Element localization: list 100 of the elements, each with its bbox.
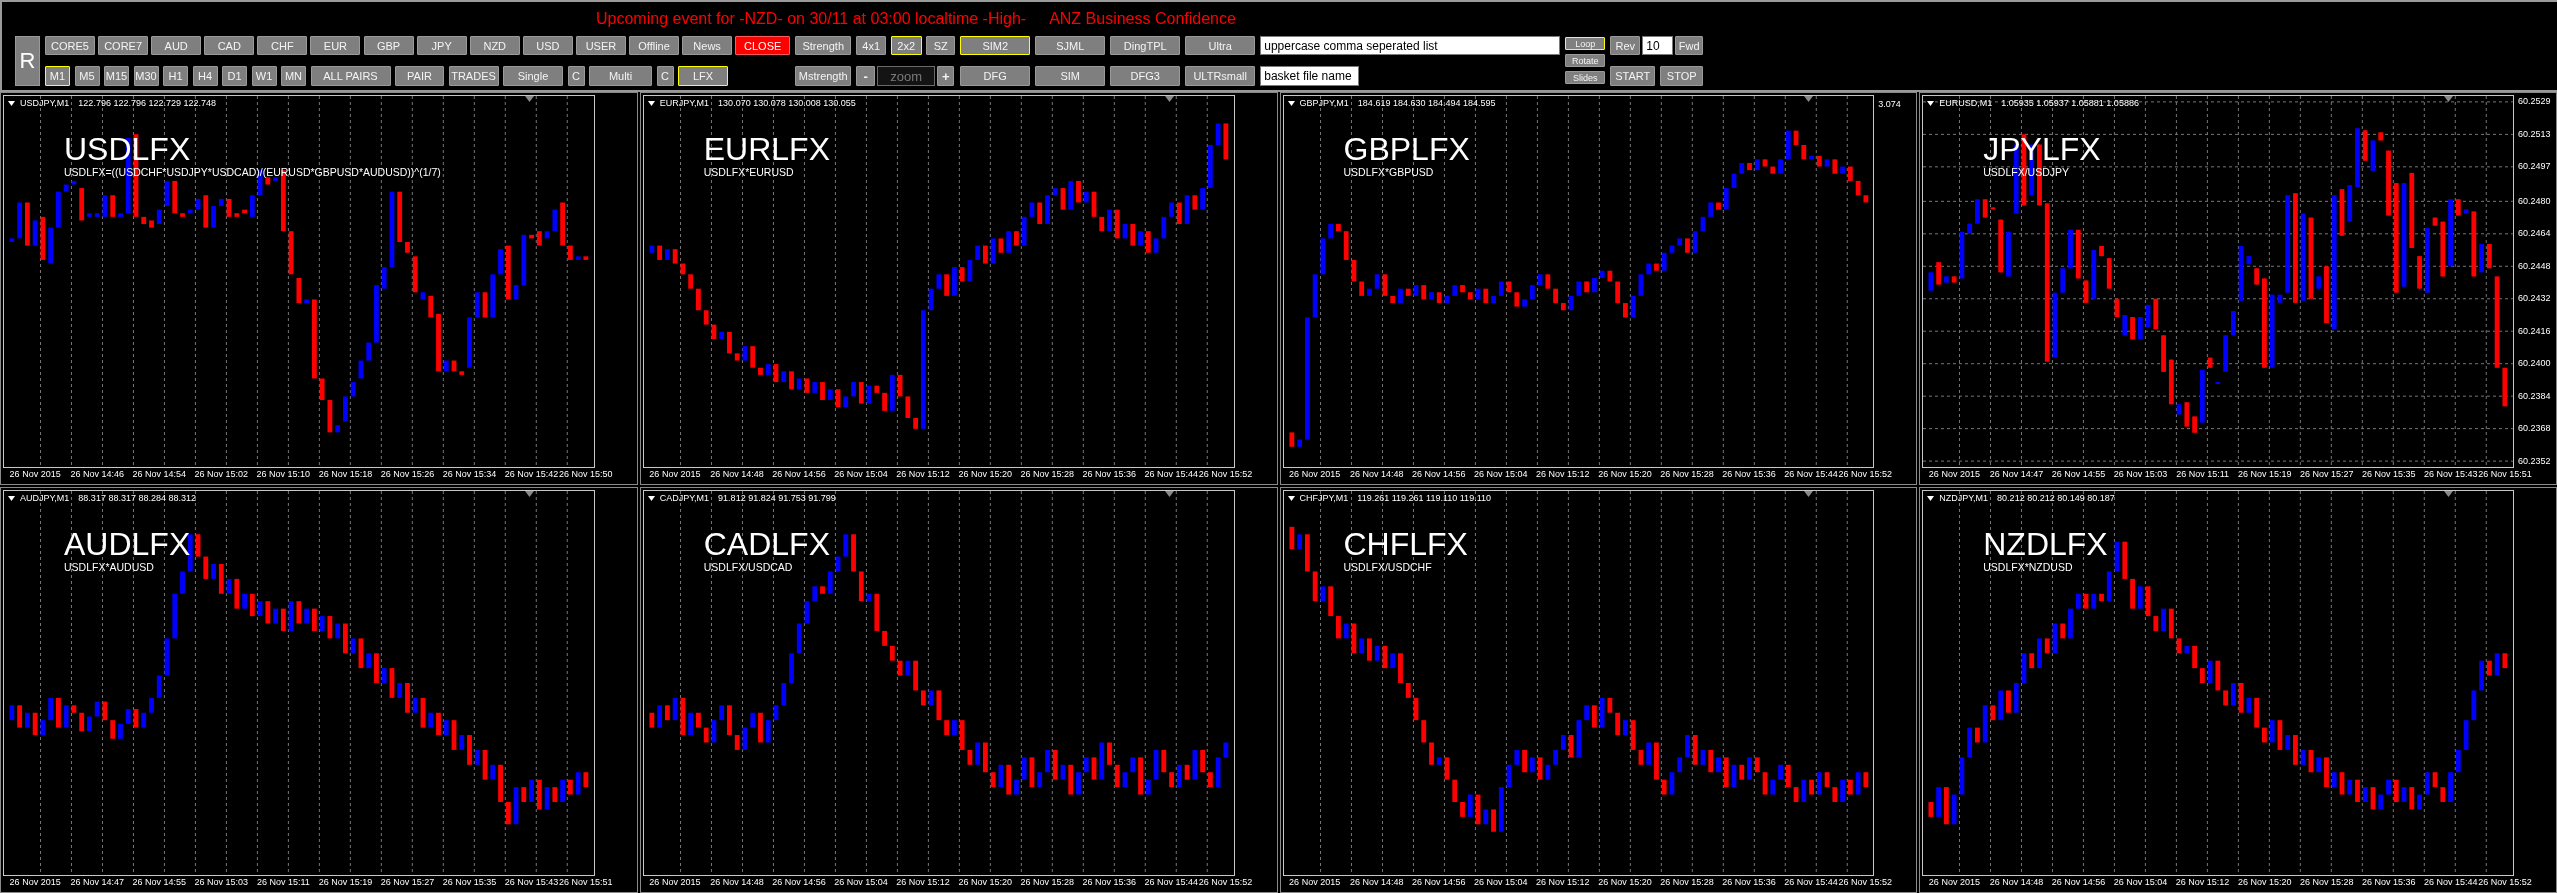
triangle-marker-icon[interactable] (1804, 96, 1814, 102)
toolbar-button[interactable]: Fwd (1675, 36, 1704, 55)
candle (2153, 298, 2159, 330)
toolbar-button[interactable]: DFG3 (1110, 66, 1181, 86)
instrument-title: EURLFX (703, 132, 830, 166)
candle (2076, 229, 2081, 279)
toolbar-button[interactable]: GBP (363, 36, 414, 55)
toolbar-button[interactable]: USD (522, 36, 573, 55)
dropdown-arrow-icon[interactable] (1287, 496, 1295, 501)
dropdown-arrow-icon[interactable] (647, 496, 655, 501)
toolbar-button[interactable]: STOP (1660, 66, 1704, 86)
toolbar-button[interactable]: EUR (310, 36, 361, 55)
candle (2192, 415, 2198, 434)
toolbar-button[interactable]: Rev (1610, 36, 1641, 55)
toolbar-button[interactable]: TRADES (448, 66, 499, 86)
toolbar-button[interactable]: CORE7 (98, 36, 149, 55)
toolbar-button[interactable]: LFX (678, 66, 728, 86)
text-field[interactable]: uppercase comma seperated list (1260, 36, 1561, 55)
dropdown-arrow-icon[interactable] (1927, 496, 1935, 501)
dropdown-arrow-icon[interactable] (1927, 101, 1935, 106)
candle (2060, 267, 2066, 294)
toolbar-button[interactable]: ULTRsmall (1185, 66, 1256, 86)
candle (2223, 334, 2229, 373)
toolbar-button[interactable]: M15 (104, 66, 129, 86)
toolbar-button[interactable]: Multi (589, 66, 652, 86)
event-alert-text: Upcoming event for -NZD- on 30/11 at 03:00 localtime -High- (596, 10, 1027, 28)
time-label: 26 Nov 15:36 (1082, 877, 1137, 888)
time-label: 26 Nov 15:43 (2424, 469, 2478, 480)
triangle-marker-icon[interactable] (1164, 491, 1174, 497)
toolbar-button[interactable]: SIM2 (960, 36, 1031, 55)
time-label: 26 Nov 15:20 (1598, 469, 1652, 480)
toolbar-button[interactable]: 2x2 (890, 36, 922, 55)
toolbar-button[interactable]: SIM (1035, 66, 1106, 86)
dropdown-arrow-icon[interactable] (8, 496, 15, 501)
text-field[interactable]: 10 (1642, 36, 1674, 55)
toolbar-button[interactable]: SZ (926, 36, 956, 55)
triangle-marker-icon[interactable] (524, 96, 534, 102)
toolbar-button[interactable]: DingTPL (1110, 36, 1181, 55)
toolbar-button[interactable]: D1 (222, 66, 247, 86)
toolbar-button[interactable]: H1 (163, 66, 188, 86)
toolbar-button[interactable]: W1 (251, 66, 277, 86)
mini-button[interactable]: Slides (1565, 71, 1606, 84)
dropdown-arrow-icon[interactable] (1287, 101, 1295, 106)
toolbar-button[interactable]: M1 (45, 66, 70, 86)
step-button[interactable]: - (856, 66, 876, 86)
candle (2114, 298, 2120, 318)
toolbar-button[interactable]: H4 (192, 66, 218, 86)
zoom-field[interactable]: zoom (877, 66, 936, 86)
candle (2316, 275, 2322, 290)
step-button[interactable]: + (937, 66, 955, 86)
dropdown-arrow-icon[interactable] (647, 101, 655, 106)
triangle-marker-icon[interactable] (2444, 491, 2453, 497)
toolbar-button[interactable]: NZD (469, 36, 520, 55)
candle (2324, 265, 2330, 324)
toolbar-button[interactable]: Offline (629, 36, 680, 55)
toolbar-button[interactable]: USER (575, 36, 626, 55)
time-label: 26 Nov 15:52 (1198, 877, 1253, 888)
toolbar-button[interactable]: M5 (74, 66, 100, 86)
triangle-marker-icon[interactable] (2444, 96, 2453, 102)
mini-button[interactable]: Loop (1565, 37, 1606, 50)
toolbar-button[interactable]: AUD (151, 36, 202, 55)
triangle-marker-icon[interactable] (1804, 491, 1814, 497)
candle (2200, 369, 2205, 424)
toolbar-button[interactable]: DFG (960, 66, 1031, 86)
text-field[interactable]: basket file name (1260, 66, 1360, 86)
toolbar-button[interactable]: Single (503, 66, 563, 86)
candle (2417, 255, 2423, 290)
toolbar-button[interactable]: JPY (416, 36, 467, 55)
candle (2099, 245, 2105, 257)
dropdown-arrow-icon[interactable] (8, 101, 15, 106)
candle (1959, 231, 1965, 279)
toolbar-button[interactable]: START (1610, 66, 1656, 86)
toolbar-button[interactable]: C (656, 66, 674, 86)
toolbar-button[interactable]: ALL PAIRS (310, 66, 391, 86)
toolbar-button[interactable]: News (682, 36, 733, 55)
r-button[interactable]: R (15, 36, 40, 86)
candle (2091, 249, 2097, 300)
chart-symbol: NZDJPY,M1 (1939, 493, 1989, 504)
time-label: 26 Nov 15:52 (1198, 469, 1253, 480)
toolbar-button[interactable]: Ultra (1185, 36, 1256, 55)
time-label: 26 Nov 14:48 (710, 877, 764, 888)
triangle-marker-icon[interactable] (524, 491, 534, 497)
toolbar-button[interactable]: Mstrength (795, 66, 852, 86)
toolbar-button[interactable]: 4x1 (856, 36, 887, 55)
candle (2122, 314, 2128, 336)
mini-button[interactable]: Rotate (1565, 54, 1606, 67)
toolbar-button[interactable]: PAIR (395, 66, 444, 86)
triangle-marker-icon[interactable] (1164, 96, 1174, 102)
toolbar-button[interactable]: CHF (257, 36, 308, 55)
time-label: 26 Nov 15:28 (1020, 469, 1074, 480)
alert-button[interactable]: CLOSE (735, 36, 791, 55)
toolbar-button[interactable]: M30 (133, 66, 159, 86)
toolbar-button[interactable]: Strength (795, 36, 852, 55)
toolbar-button[interactable]: CORE5 (45, 36, 95, 55)
toolbar-button[interactable]: SJML (1035, 36, 1106, 55)
toolbar-button[interactable]: CAD (204, 36, 255, 55)
time-label: 26 Nov 15:02 (194, 469, 249, 480)
toolbar-button[interactable]: MN (281, 66, 306, 86)
time-label: 26 Nov 2015 (9, 469, 61, 480)
toolbar-button[interactable]: C (567, 66, 585, 86)
